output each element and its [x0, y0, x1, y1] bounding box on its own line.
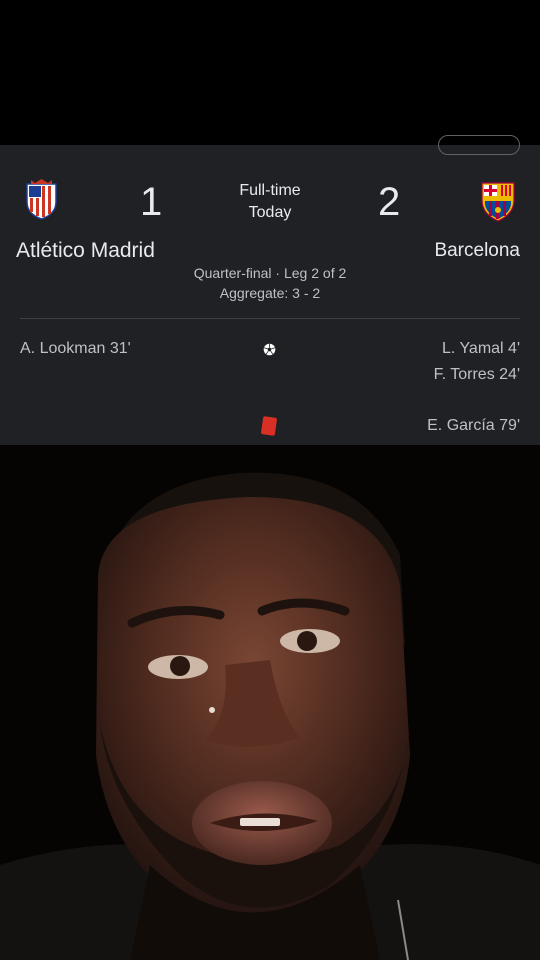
away-team-name[interactable]: Barcelona [434, 237, 520, 265]
atletico-madrid-crest-icon[interactable] [25, 178, 58, 220]
away-goal-event: F. Torres 24' [433, 366, 520, 383]
card-top-pill[interactable] [438, 135, 520, 155]
match-status: Full-time [239, 182, 301, 199]
away-goal-event: L. Yamal 4' [441, 340, 520, 357]
divider [20, 318, 520, 319]
red-card-icon [260, 416, 278, 436]
video-person-image [0, 445, 540, 960]
away-red-card-event: E. García 79' [427, 417, 520, 434]
barcelona-crest-icon[interactable] [478, 180, 518, 222]
screen: 1 Full-time Today 2 Atlético Madrid Barc… [0, 0, 540, 960]
home-team-name[interactable]: Atlético Madrid [16, 237, 155, 265]
round-info: Quarter-final · Leg 2 of 2 [193, 265, 347, 281]
aggregate-info: Aggregate: 3 - 2 [219, 285, 321, 301]
soccer-ball-icon [263, 343, 276, 356]
home-goal-event: A. Lookman 31' [20, 340, 131, 357]
match-date: Today [248, 204, 292, 221]
home-score: 1 [140, 180, 163, 224]
match-score-card[interactable]: 1 Full-time Today 2 Atlético Madrid Barc… [0, 135, 540, 445]
away-score: 2 [378, 180, 401, 224]
top-black-area [0, 0, 540, 145]
